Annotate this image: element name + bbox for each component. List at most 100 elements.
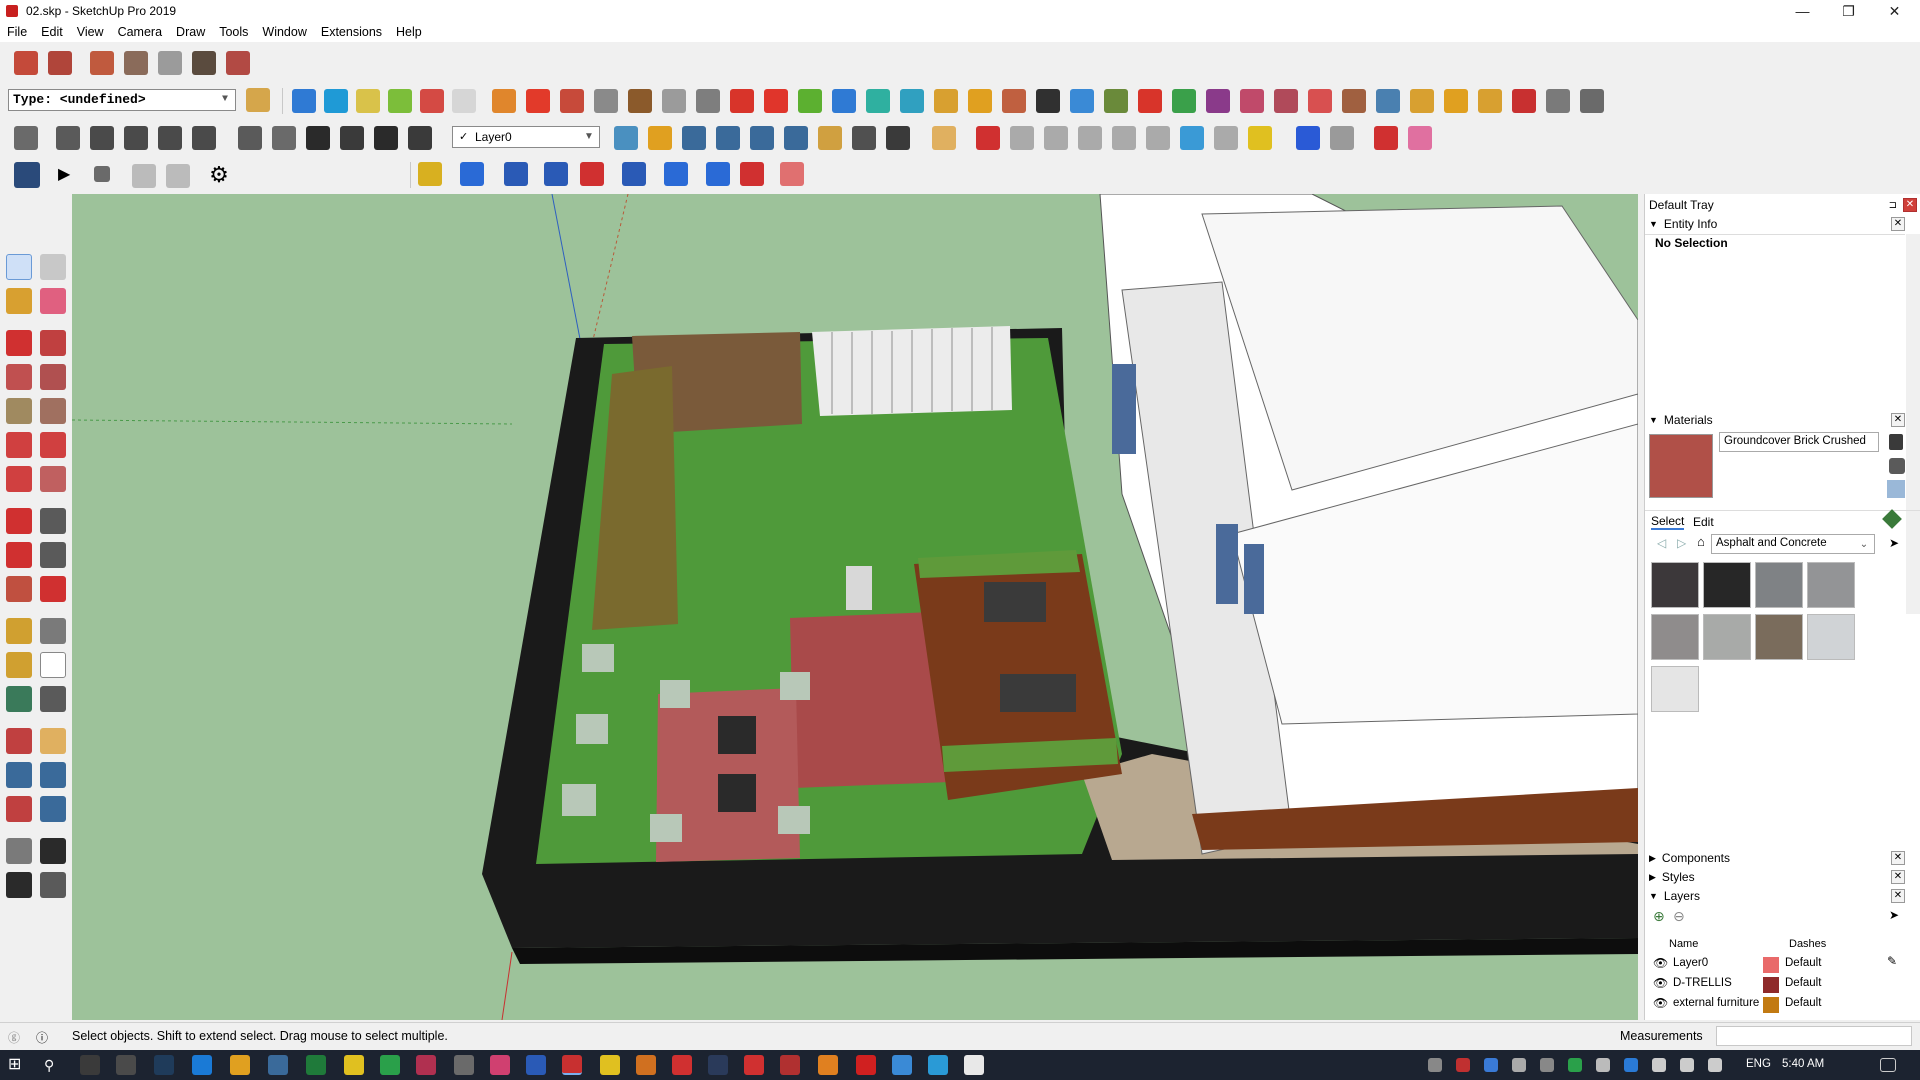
stack-icon[interactable]: [1308, 89, 1332, 113]
style-builder-icon[interactable]: [192, 51, 216, 75]
undo-arc-icon[interactable]: [1138, 89, 1162, 113]
groups-icon[interactable]: [1240, 89, 1264, 113]
triangle-icon[interactable]: [934, 89, 958, 113]
zoom-extents-tool-icon[interactable]: [6, 796, 32, 822]
ellipse-icon[interactable]: [1112, 126, 1136, 150]
layout-icon[interactable]: [158, 51, 182, 75]
scene-remove-icon[interactable]: [166, 164, 190, 188]
tray-scrollbar[interactable]: [1906, 234, 1920, 614]
opera-icon[interactable]: [856, 1055, 876, 1075]
arc-dots-icon[interactable]: [1546, 89, 1570, 113]
material-swatch[interactable]: [1807, 562, 1855, 608]
tray-icon[interactable]: [1596, 1058, 1610, 1072]
get-models-icon[interactable]: [124, 51, 148, 75]
app-icon[interactable]: [454, 1055, 474, 1075]
orbit-icon[interactable]: [614, 126, 638, 150]
layers-panel-icon[interactable]: [14, 126, 38, 150]
protractor-icon[interactable]: [6, 652, 32, 678]
eyedropper-icon[interactable]: [1882, 509, 1902, 529]
offset-icon[interactable]: [1296, 126, 1320, 150]
move-cross-icon[interactable]: [764, 89, 788, 113]
wifi-icon[interactable]: [1680, 1058, 1694, 1072]
freehand-icon[interactable]: [1248, 126, 1272, 150]
display-secondary-icon[interactable]: [1889, 434, 1903, 450]
select-solid-icon[interactable]: [418, 162, 442, 186]
measurements-input[interactable]: [1716, 1026, 1912, 1046]
bezier-icon[interactable]: [730, 89, 754, 113]
rotate-icon[interactable]: [6, 542, 32, 568]
notepad-icon[interactable]: [964, 1055, 984, 1075]
close-icon[interactable]: ✕: [1891, 851, 1905, 865]
sandbox-from-contours-icon[interactable]: [292, 89, 316, 113]
add-cross-icon[interactable]: [798, 89, 822, 113]
layer-row[interactable]: 👁 D-TRELLIS Default: [1645, 975, 1920, 995]
stop-icon[interactable]: [94, 166, 110, 182]
push-pull-tool-icon[interactable]: [40, 508, 66, 534]
offset-tool-icon[interactable]: [40, 576, 66, 602]
maximize-button[interactable]: ❐: [1826, 0, 1871, 22]
notifications-icon[interactable]: [1880, 1058, 1896, 1072]
menu-extensions[interactable]: Extensions: [314, 25, 389, 39]
two-point-arc-icon[interactable]: [40, 432, 66, 458]
minimize-button[interactable]: —: [1780, 0, 1825, 22]
entity-info-header[interactable]: ▼ Entity Info ✕: [1649, 215, 1905, 233]
edge-icon[interactable]: [192, 1055, 212, 1075]
sketchup-taskbar-icon[interactable]: [562, 1055, 582, 1075]
microphone-icon[interactable]: [1512, 1058, 1526, 1072]
info-icon[interactable]: ⓘ: [36, 1029, 48, 1046]
scale-icon[interactable]: [6, 576, 32, 602]
rectangle-icon[interactable]: [1010, 126, 1034, 150]
hand-icon[interactable]: [780, 162, 804, 186]
warehouse-icon[interactable]: [14, 51, 38, 75]
text-tool-icon[interactable]: [40, 652, 66, 678]
type-select[interactable]: Type: <undefined> ▼: [8, 89, 236, 111]
layer-row[interactable]: 👁 external furniture Default: [1645, 995, 1920, 1015]
arc-icon[interactable]: [6, 432, 32, 458]
back-view-icon[interactable]: [192, 126, 216, 150]
menu-file[interactable]: File: [0, 25, 34, 39]
classifier-icon[interactable]: [246, 88, 270, 112]
material-swatch[interactable]: [1755, 562, 1803, 608]
pie-icon[interactable]: [1214, 126, 1238, 150]
grid-icon[interactable]: [1410, 89, 1434, 113]
close-icon[interactable]: ✕: [1891, 889, 1905, 903]
close-icon[interactable]: ✕: [1891, 413, 1905, 427]
section-cut-icon[interactable]: [560, 89, 584, 113]
details-arrow-icon[interactable]: ➤: [1889, 536, 1899, 550]
solid-paint-icon[interactable]: [460, 162, 484, 186]
photoshop-icon[interactable]: [154, 1055, 174, 1075]
send-to-layout-icon[interactable]: [226, 51, 250, 75]
app-icon[interactable]: [892, 1055, 912, 1075]
tray-close-icon[interactable]: ✕: [1903, 198, 1917, 212]
rotate-left-icon[interactable]: [706, 162, 730, 186]
shaded-icon[interactable]: [374, 126, 398, 150]
tray-icon[interactable]: [1568, 1058, 1582, 1072]
three-point-arc-icon[interactable]: [6, 466, 32, 492]
back-edges-icon[interactable]: [272, 126, 296, 150]
rectangle-tool-icon[interactable]: [6, 364, 32, 390]
close-icon[interactable]: ✕: [1891, 870, 1905, 884]
pdf-icon[interactable]: [744, 1055, 764, 1075]
position-camera-tool-icon[interactable]: [6, 838, 32, 864]
position-camera-icon[interactable]: [818, 126, 842, 150]
close-icon[interactable]: ✕: [1891, 217, 1905, 231]
dimension-tool-icon[interactable]: [40, 618, 66, 644]
back-arrow-icon[interactable]: ◁: [1657, 536, 1666, 550]
previous-view-icon[interactable]: [784, 126, 808, 150]
menu-edit[interactable]: Edit: [34, 25, 70, 39]
chrome-icon[interactable]: [344, 1055, 364, 1075]
circle-icon[interactable]: [1044, 126, 1068, 150]
eye-icon[interactable]: 👁: [1653, 956, 1668, 970]
section-plane-tool-icon[interactable]: [40, 872, 66, 898]
component-icon[interactable]: [628, 89, 652, 113]
scene-add-icon[interactable]: [132, 164, 156, 188]
material-swatch[interactable]: [1755, 614, 1803, 660]
home-icon[interactable]: ⌂: [1697, 534, 1705, 549]
pencil-icon[interactable]: ✎: [1887, 954, 1897, 968]
app-icon[interactable]: [636, 1055, 656, 1075]
layer-select[interactable]: ✓ Layer0 ▼: [452, 126, 600, 148]
material-name-field[interactable]: Groundcover Brick Crushed: [1719, 432, 1879, 452]
erase-tool-icon[interactable]: [1408, 126, 1432, 150]
rotate-tool-icon[interactable]: [1330, 126, 1354, 150]
add-layer-icon[interactable]: ⊕: [1653, 908, 1665, 925]
